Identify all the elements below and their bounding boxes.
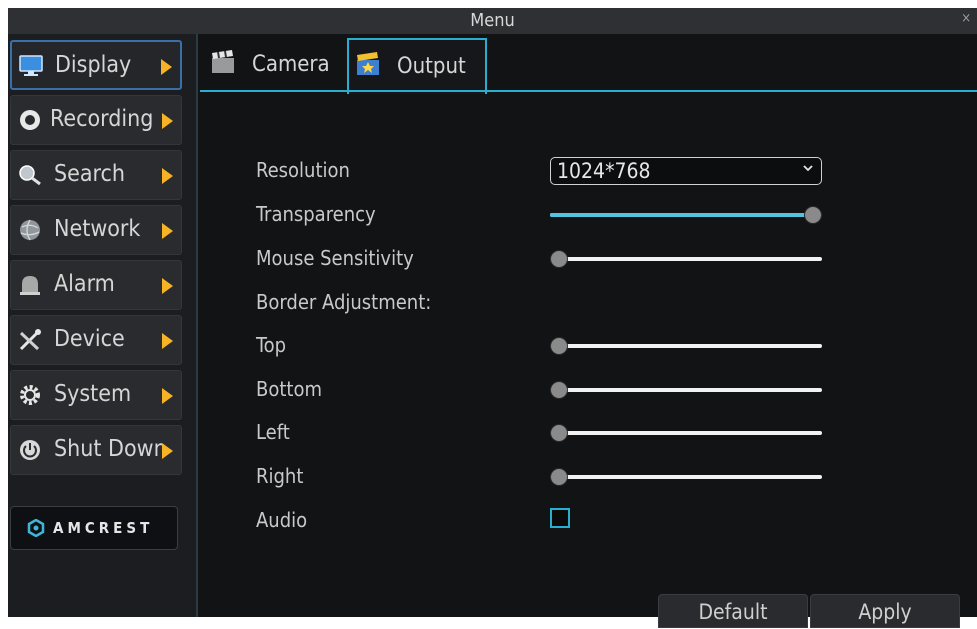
sidebar-item-shut-down[interactable]: Shut Down <box>10 425 182 475</box>
sidebar-item-label: Alarm <box>54 271 115 297</box>
left-slider[interactable] <box>550 424 822 442</box>
globe-icon <box>20 219 40 241</box>
slider-fill <box>550 213 813 217</box>
border-adjustment-label: Border Adjustment: <box>256 290 432 314</box>
sidebar-item-system[interactable]: System <box>10 370 182 420</box>
sidebar: Display Recording Search Network Alarm D… <box>8 34 198 617</box>
slider-knob[interactable] <box>550 381 568 399</box>
sidebar-item-search[interactable]: Search <box>10 150 182 200</box>
sidebar-item-alarm[interactable]: Alarm <box>10 260 182 310</box>
sidebar-item-label: Search <box>54 161 126 187</box>
slider-track <box>550 388 822 392</box>
resolution-label: Resolution <box>256 158 350 182</box>
alarm-bell-icon <box>20 276 40 295</box>
right-slider[interactable] <box>550 468 822 486</box>
close-icon[interactable]: × <box>961 8 971 30</box>
slider-knob[interactable] <box>550 337 568 355</box>
tab-camera[interactable]: Camera <box>204 38 346 90</box>
slider-track <box>550 431 822 435</box>
audio-label: Audio <box>256 508 308 532</box>
bottom-slider[interactable] <box>550 381 822 399</box>
chevron-right-icon <box>154 42 180 88</box>
transparency-slider[interactable] <box>550 206 822 224</box>
record-icon <box>20 110 40 130</box>
sidebar-item-label: Display <box>55 52 132 78</box>
sidebar-item-recording[interactable]: Recording <box>10 95 182 145</box>
chevron-right-icon <box>155 371 181 419</box>
slider-knob[interactable] <box>804 206 822 224</box>
mouse-sensitivity-label: Mouse Sensitivity <box>256 246 414 270</box>
chevron-right-icon <box>155 426 181 474</box>
tab-label: Camera <box>252 52 330 77</box>
tab-underline <box>200 90 977 92</box>
resolution-value: 1024*768 <box>557 159 651 183</box>
slider-knob[interactable] <box>550 468 568 486</box>
clapperboard-star-icon <box>357 52 379 75</box>
chevron-down-icon <box>803 165 813 172</box>
sidebar-item-display[interactable]: Display <box>10 40 182 90</box>
brand-logo: AMCREST <box>10 506 178 550</box>
tools-icon <box>19 329 41 351</box>
top-label: Top <box>256 333 287 357</box>
sidebar-item-label: Shut Down <box>54 436 167 462</box>
top-slider[interactable] <box>550 337 822 355</box>
chevron-right-icon <box>155 96 181 144</box>
default-button[interactable]: Default <box>658 594 808 628</box>
transparency-label: Transparency <box>256 202 376 226</box>
sidebar-item-label: Network <box>54 216 141 242</box>
right-label: Right <box>256 464 304 488</box>
audio-checkbox[interactable] <box>550 508 570 528</box>
resolution-select[interactable]: 1024*768 <box>550 157 822 185</box>
sidebar-item-label: Device <box>54 326 125 352</box>
apply-button[interactable]: Apply <box>810 594 960 628</box>
search-icon <box>19 165 41 186</box>
slider-track <box>550 257 822 261</box>
sidebar-item-label: System <box>54 381 132 407</box>
window-title: Menu <box>470 10 515 31</box>
menu-window: Menu × Display Recording Search Network … <box>8 8 977 628</box>
power-icon <box>20 440 40 460</box>
slider-knob[interactable] <box>550 424 568 442</box>
title-bar: Menu × <box>8 8 977 34</box>
sidebar-item-label: Recording <box>50 106 154 132</box>
brand-name: AMCREST <box>53 519 154 537</box>
amcrest-logo-icon <box>27 519 45 537</box>
slider-track <box>550 475 822 479</box>
chevron-right-icon <box>155 316 181 364</box>
tab-label: Output <box>397 54 466 79</box>
tab-output[interactable]: Output <box>347 38 487 94</box>
clapperboard-icon <box>212 50 234 73</box>
chevron-right-icon <box>155 151 181 199</box>
bottom-label: Bottom <box>256 377 322 401</box>
main-panel: Camera Output Resolution 1024*768 Transp… <box>198 34 977 628</box>
sidebar-item-network[interactable]: Network <box>10 205 182 255</box>
slider-knob[interactable] <box>550 250 568 268</box>
monitor-icon <box>19 55 43 76</box>
left-label: Left <box>256 420 290 444</box>
chevron-right-icon <box>155 206 181 254</box>
gear-icon <box>20 385 40 405</box>
chevron-right-icon <box>155 261 181 309</box>
slider-track <box>550 344 822 348</box>
mouse-sensitivity-slider[interactable] <box>550 250 822 268</box>
sidebar-item-device[interactable]: Device <box>10 315 182 365</box>
